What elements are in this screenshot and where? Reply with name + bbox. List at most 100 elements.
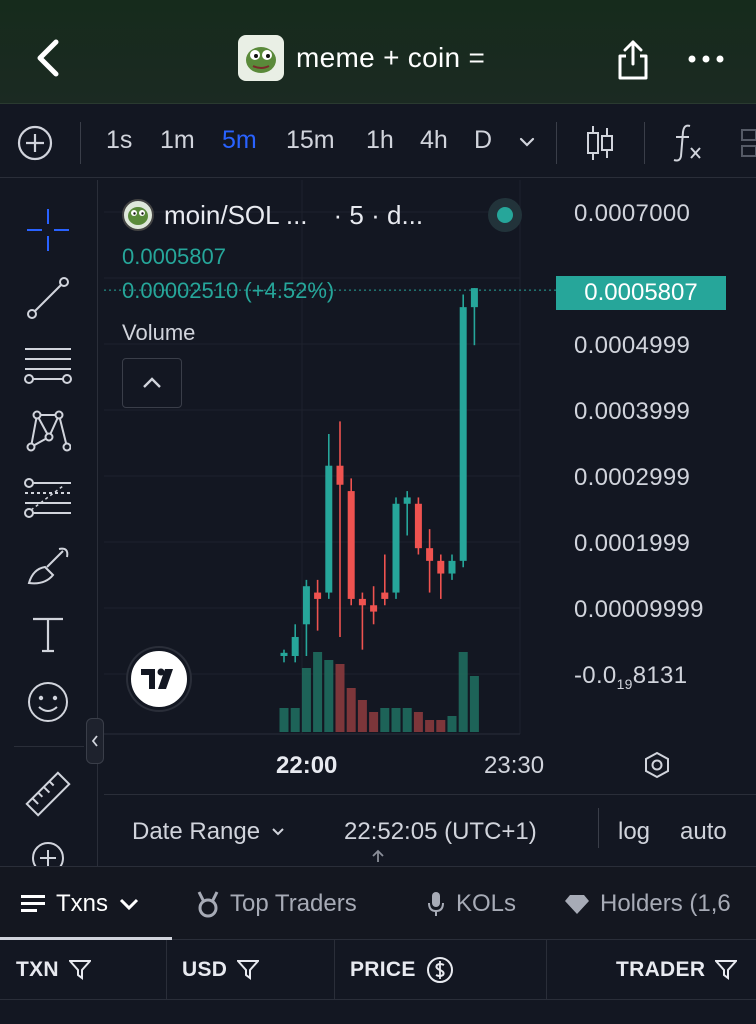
interval-15m[interactable]: 15m <box>286 126 335 155</box>
tab-holders[interactable]: Holders (1,6 <box>564 889 731 919</box>
tradingview-logo-icon[interactable] <box>128 648 190 710</box>
candle-body <box>358 598 366 606</box>
y-axis-label: 0.0007000 <box>574 200 691 227</box>
legend-last-price: 0.0005807 <box>122 244 226 269</box>
candle-body <box>459 307 467 561</box>
brush-tool[interactable] <box>22 540 74 592</box>
volume-bar <box>380 708 390 732</box>
candle-body <box>403 497 411 504</box>
pattern-tool[interactable] <box>22 404 74 456</box>
date-range-button[interactable]: Date Range <box>132 818 286 846</box>
candle-body <box>381 592 389 599</box>
volume-bar <box>324 660 334 732</box>
price-chart[interactable]: moin/SOL ... · 5 · d... 0.0005807 0.0000… <box>104 180 756 866</box>
pattern-icon <box>26 410 71 452</box>
toolbar-divider <box>644 122 645 164</box>
fibonacci-icon <box>24 478 71 518</box>
chart-bottom-divider <box>104 794 756 795</box>
more-options-icon[interactable] <box>686 52 726 66</box>
volume-bar <box>458 652 468 732</box>
tab-top-traders[interactable]: Top Traders <box>196 889 357 919</box>
share-icon[interactable] <box>612 38 654 82</box>
column-label: TRADER <box>616 958 706 981</box>
interval-5m[interactable]: 5m <box>222 126 257 155</box>
current-time-button[interactable]: 22:52:05 (UTC+1) <box>344 818 537 846</box>
y-axis-label: 0.0001999 <box>574 530 691 557</box>
legend-change: 0.00002510 (+4.52%) <box>122 278 335 303</box>
tab-kols[interactable]: KOLs <box>426 889 516 919</box>
indicators-fx-icon[interactable] <box>670 120 704 164</box>
candle-body <box>291 636 299 656</box>
status-dot-icon <box>497 207 513 223</box>
column-header-txn[interactable]: TXN <box>16 940 91 1000</box>
tab-label: Holders (1,6 <box>600 890 731 917</box>
volume-bar <box>413 712 423 732</box>
microphone-icon <box>426 890 446 918</box>
volume-bar <box>357 700 367 732</box>
crosshair-tool[interactable] <box>22 204 74 256</box>
tab-label: KOLs <box>456 890 517 917</box>
interval-1m[interactable]: 1m <box>160 126 195 155</box>
column-header-usd[interactable]: USD <box>182 940 260 1000</box>
toolbar-divider <box>80 122 81 164</box>
ruler-icon <box>25 771 71 817</box>
column-header-trader[interactable]: TRADER <box>616 940 738 1000</box>
volume-bar <box>369 712 379 732</box>
trend-line-tool[interactable] <box>22 272 74 324</box>
column-divider <box>166 940 167 1000</box>
candle-body <box>370 605 378 612</box>
chevron-down-icon <box>272 828 284 836</box>
fib-tool[interactable] <box>22 472 74 524</box>
back-chevron-icon[interactable] <box>30 38 66 78</box>
interval-4h[interactable]: 4h <box>420 126 448 155</box>
dollar-circle-icon[interactable] <box>426 956 454 984</box>
filter-icon[interactable] <box>715 960 738 980</box>
column-header-price[interactable]: PRICE <box>350 940 454 1000</box>
candle-body <box>347 491 355 599</box>
collapse-legend-button[interactable] <box>122 358 182 408</box>
table-row[interactable] <box>0 1001 756 1024</box>
market-status-indicator[interactable] <box>488 198 522 232</box>
symbol-label: moin/SOL ... <box>164 199 308 230</box>
token-title[interactable]: meme + coin = <box>238 35 486 81</box>
filter-icon[interactable] <box>237 960 260 980</box>
x-axis-label: 23:30 <box>484 752 545 779</box>
filter-icon[interactable] <box>68 960 91 980</box>
column-label: PRICE <box>350 958 416 981</box>
log-scale-toggle[interactable]: log <box>618 818 650 846</box>
tab-txns[interactable]: Txns <box>20 889 140 919</box>
column-divider <box>334 940 335 1000</box>
layout-icon[interactable] <box>736 126 756 160</box>
auto-scale-toggle[interactable]: auto <box>680 818 727 846</box>
horizontal-lines-tool[interactable] <box>22 338 74 390</box>
interval-1s[interactable]: 1s <box>106 126 132 155</box>
volume-bar <box>469 676 479 732</box>
interval-1h[interactable]: 1h <box>366 126 394 155</box>
zoom-tool[interactable] <box>22 838 74 866</box>
interval-1d[interactable]: D <box>474 126 492 155</box>
txn-table-header: TXN USD PRICE TRADER <box>0 940 756 1000</box>
candle-body <box>302 586 310 625</box>
column-label: USD <box>182 958 228 981</box>
brush-icon <box>27 547 69 585</box>
chevron-left-icon <box>91 735 98 747</box>
candle-body <box>470 288 478 308</box>
page-title: meme + coin = <box>296 42 486 73</box>
volume-bar <box>425 720 435 732</box>
toolbar-divider <box>556 122 557 164</box>
add-indicator-icon[interactable] <box>16 124 54 162</box>
volume-bar <box>402 708 412 732</box>
column-label: TXN <box>16 958 59 981</box>
text-tool[interactable] <box>22 608 74 660</box>
measure-tool[interactable] <box>22 768 74 820</box>
y-axis-label: 0.0003999 <box>574 398 691 425</box>
chart-legend[interactable]: moin/SOL ... · 5 · d... <box>122 199 423 231</box>
chevron-down-icon[interactable] <box>516 134 538 150</box>
bottom-tabs: Txns Top Traders KOLs Holders (1,6 <box>0 866 756 940</box>
volume-bar <box>346 688 356 732</box>
collapse-toolbar-button[interactable] <box>86 718 104 764</box>
emoji-tool[interactable] <box>22 676 74 728</box>
chart-toolbar: 1s 1m 5m 15m 1h 4h D <box>0 104 756 178</box>
settings-hexagon-icon[interactable] <box>642 750 672 780</box>
candlestick-type-icon[interactable] <box>584 122 616 164</box>
